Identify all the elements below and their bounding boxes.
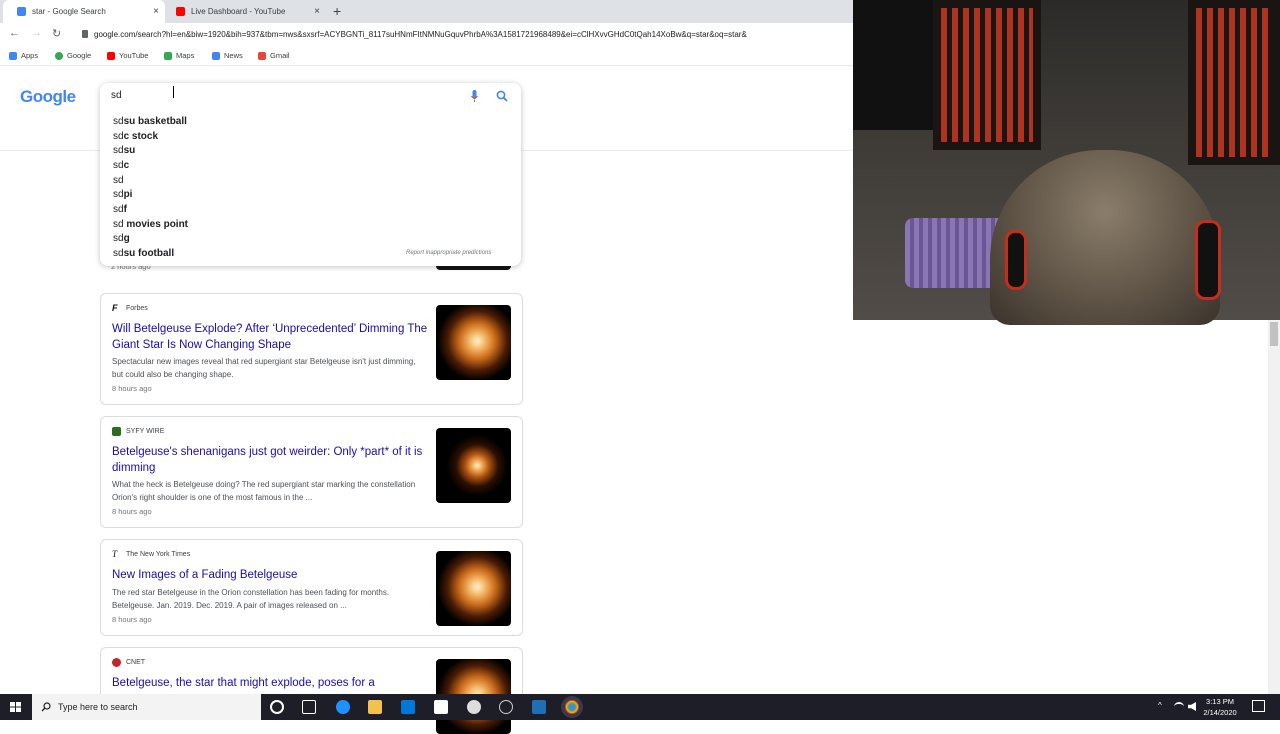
wall-poster (933, 0, 1041, 150)
settings-icon[interactable] (499, 700, 513, 714)
suggestion-item[interactable]: sdsu basketball (113, 116, 187, 127)
news-source: CNET (112, 658, 145, 667)
magnifier-icon (41, 702, 51, 712)
chrome-taskbar-icon[interactable] (565, 700, 579, 714)
maps-icon (164, 51, 172, 60)
bookmark-apps[interactable]: Apps (9, 51, 38, 60)
nyt-logo-icon: T (112, 550, 121, 559)
address-bar[interactable]: google.com/search?hl=en&biw=1920&bih=937… (78, 27, 853, 43)
tab-strip: star - Google Search × Live Dashboard - … (0, 0, 853, 23)
news-card[interactable]: F Forbes Will Betelgeuse Explode? After ‘… (100, 293, 523, 405)
news-time: 8 hours ago (112, 615, 152, 624)
bookmark-maps[interactable]: Maps (164, 51, 194, 60)
wifi-icon[interactable] (1174, 702, 1184, 711)
bookmark-news[interactable]: News (212, 51, 243, 60)
app-icon[interactable] (532, 700, 546, 714)
forbes-logo-icon: F (112, 304, 121, 313)
gmail-icon (258, 51, 266, 60)
headset-earcup-left (1005, 230, 1027, 290)
suggestion-item[interactable]: sd (113, 175, 124, 186)
cortana-icon[interactable] (270, 700, 284, 714)
logo-text: Google (20, 87, 76, 106)
search-icon[interactable] (496, 90, 508, 102)
search-autocomplete-box (100, 83, 521, 266)
page-scrollbar[interactable] (1268, 320, 1280, 694)
suggestion-item[interactable]: sdc (113, 160, 129, 171)
bookmark-youtube[interactable]: YouTube (107, 51, 148, 60)
taskbar-clock[interactable]: 3:13 PM 2/14/2020 (1196, 696, 1244, 718)
tab-label: star - Google Search (32, 7, 106, 16)
google-favicon-icon (17, 7, 26, 16)
news-source: SYFY WIRE (112, 427, 164, 436)
suggestion-item[interactable]: sdpi (113, 189, 132, 200)
suggestion-item[interactable]: sdf (113, 204, 127, 215)
news-thumbnail[interactable] (436, 428, 511, 503)
headset-earcup-right (1195, 220, 1221, 300)
tray-chevron-icon[interactable]: ^ (1158, 701, 1162, 710)
news-snippet: The red star Betelgeuse in the Orion con… (112, 588, 390, 610)
news-thumbnail[interactable] (436, 305, 511, 380)
store-icon[interactable] (401, 700, 415, 714)
taskbar-search-placeholder: Type here to search (58, 702, 138, 712)
youtube-favicon-icon (176, 7, 185, 16)
youtube-icon (107, 51, 115, 60)
microphone-icon[interactable] (471, 90, 478, 102)
news-thumbnail[interactable] (436, 551, 511, 626)
close-tab-icon[interactable]: × (153, 6, 159, 17)
news-source: F Forbes (112, 303, 148, 313)
google-logo[interactable]: Google (20, 87, 76, 107)
bookmarks-bar: Apps Google YouTube Maps News Gmail (0, 46, 853, 66)
taskbar-search-box[interactable]: Type here to search (32, 694, 261, 720)
suggestion-item[interactable]: sdc stock (113, 131, 158, 142)
windows-start-icon[interactable] (0, 694, 32, 720)
new-tab-button[interactable]: + (333, 3, 341, 19)
close-tab-icon[interactable]: × (314, 6, 320, 17)
report-predictions-link[interactable]: Report inappropriate predictions (406, 250, 491, 256)
news-time: 8 hours ago (112, 384, 152, 393)
clock-time: 3:13 PM (1206, 697, 1234, 706)
forward-arrow-icon[interactable]: → (31, 27, 42, 39)
news-snippet: What the heck is Betelgeuse doing? The r… (112, 480, 416, 502)
google-icon (55, 51, 63, 60)
syfy-logo-icon (112, 427, 121, 436)
task-view-icon[interactable] (302, 700, 316, 714)
suggestion-item[interactable]: sdg (113, 233, 130, 244)
dark-curtain (853, 0, 933, 130)
mail-icon[interactable] (434, 700, 448, 714)
bookmark-gmail[interactable]: Gmail (258, 51, 290, 60)
apps-grid-icon (9, 51, 17, 60)
news-time: 8 hours ago (112, 507, 152, 516)
news-snippet: Spectacular new images reveal that red s… (112, 357, 416, 379)
suggestion-item[interactable]: sd movies point (113, 219, 188, 230)
clock-date: 2/14/2020 (1203, 708, 1237, 717)
scrollbar-thumb[interactable] (1270, 322, 1278, 346)
news-title[interactable]: Betelgeuse's shenanigans just got weirde… (112, 444, 428, 476)
news-title[interactable]: Will Betelgeuse Explode? After ‘Unpreced… (112, 321, 428, 353)
text-cursor (173, 86, 174, 98)
suggestion-item[interactable]: sdsu football (113, 248, 174, 259)
chrome-alt-icon[interactable] (467, 700, 481, 714)
news-card[interactable]: T The New York Times New Images of a Fadi… (100, 539, 523, 636)
back-arrow-icon[interactable]: ← (9, 27, 20, 39)
tab-youtube-dashboard[interactable]: Live Dashboard - YouTube × (162, 0, 326, 23)
cnet-logo-icon (112, 658, 121, 667)
news-title[interactable]: Betelgeuse, the star that might explode,… (112, 675, 428, 691)
tab-label: Live Dashboard - YouTube (191, 7, 286, 16)
notifications-icon[interactable] (1252, 700, 1265, 712)
reload-icon[interactable]: ↻ (52, 27, 61, 40)
news-source: T The New York Times (112, 549, 191, 559)
suggestion-item[interactable]: sdsu (113, 145, 135, 156)
edge-icon[interactable] (336, 700, 350, 714)
wall-poster (1188, 0, 1280, 165)
search-input[interactable] (111, 90, 451, 101)
tab-google-search[interactable]: star - Google Search × (3, 0, 165, 23)
news-card[interactable]: SYFY WIRE Betelgeuse's shenanigans just … (100, 416, 523, 528)
file-explorer-icon[interactable] (368, 700, 382, 714)
news-icon (212, 51, 220, 60)
news-title[interactable]: New Images of a Fading Betelgeuse (112, 567, 428, 583)
bookmark-google[interactable]: Google (55, 51, 91, 60)
